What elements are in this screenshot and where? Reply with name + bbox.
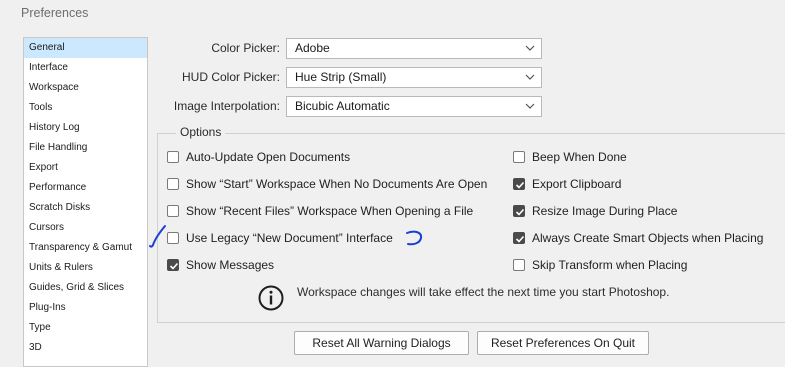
sidebar-item-history-log[interactable]: History Log	[24, 118, 147, 138]
option-label: Export Clipboard	[532, 177, 622, 191]
option-label: Beep When Done	[532, 150, 627, 164]
show-messages-option[interactable]: Show Messages	[167, 257, 274, 273]
info-text: Workspace changes will take effect the n…	[297, 285, 670, 299]
sidebar-item-type[interactable]: Type	[24, 318, 147, 338]
sidebar-item-3d[interactable]: 3D	[24, 338, 147, 358]
hud-color-picker-select[interactable]: Hue Strip (Small)	[286, 67, 542, 88]
export-clipboard-option[interactable]: Export Clipboard	[513, 176, 621, 192]
reset-preferences-on-quit-button[interactable]: Reset Preferences On Quit	[477, 331, 649, 355]
options-legend: Options	[176, 125, 226, 139]
sidebar-item-file-handling[interactable]: File Handling	[24, 138, 147, 158]
image-interpolation-select[interactable]: Bicubic Automatic	[286, 96, 542, 117]
sidebar-item-transparency-gamut[interactable]: Transparency & Gamut	[24, 238, 147, 258]
sidebar-item-workspace[interactable]: Workspace	[24, 78, 147, 98]
checkbox-checked[interactable]	[513, 205, 525, 217]
color-picker-select[interactable]: Adobe	[286, 38, 542, 59]
checkmark-icon	[515, 235, 525, 243]
hud-color-picker-value: Hue Strip (Small)	[295, 70, 387, 84]
use-legacy-new-document-option[interactable]: Use Legacy “New Document” Interface	[167, 230, 393, 246]
checkbox-checked[interactable]	[513, 232, 525, 244]
sidebar-item-performance[interactable]: Performance	[24, 178, 147, 198]
checkbox[interactable]	[167, 205, 179, 217]
window-title: Preferences	[21, 6, 89, 20]
option-label: Auto-Update Open Documents	[186, 150, 351, 164]
sidebar-item-general[interactable]: General	[24, 38, 147, 58]
resize-image-during-place-option[interactable]: Resize Image During Place	[513, 203, 677, 219]
option-label: Always Create Smart Objects when Placing	[532, 231, 764, 245]
info-circle-icon	[258, 285, 284, 311]
option-label: Show “Recent Files” Workspace When Openi…	[186, 204, 474, 218]
option-label: Show Messages	[186, 258, 275, 272]
always-create-smart-objects-option[interactable]: Always Create Smart Objects when Placing	[513, 230, 763, 246]
sidebar-item-scratch-disks[interactable]: Scratch Disks	[24, 198, 147, 218]
option-label: Use Legacy “New Document” Interface	[186, 231, 393, 245]
sidebar-item-interface[interactable]: Interface	[24, 58, 147, 78]
sidebar-item-tools[interactable]: Tools	[24, 98, 147, 118]
sidebar-item-plug-ins[interactable]: Plug-Ins	[24, 298, 147, 318]
sidebar-item-units-rulers[interactable]: Units & Rulers	[24, 258, 147, 278]
sidebar-item-cursors[interactable]: Cursors	[24, 218, 147, 238]
checkbox[interactable]	[167, 178, 179, 190]
checkbox[interactable]	[513, 151, 525, 163]
image-interpolation-value: Bicubic Automatic	[295, 99, 390, 113]
checkmark-icon	[515, 181, 525, 189]
sidebar-item-guides-grid-slices[interactable]: Guides, Grid & Slices	[24, 278, 147, 298]
preferences-sidebar: General Interface Workspace Tools Histor…	[23, 37, 148, 367]
option-label: Resize Image During Place	[532, 204, 678, 218]
checkbox[interactable]	[513, 259, 525, 271]
show-start-workspace-option[interactable]: Show “Start” Workspace When No Documents…	[167, 176, 487, 192]
color-picker-value: Adobe	[295, 41, 330, 55]
checkbox-checked[interactable]	[513, 178, 525, 190]
option-label: Skip Transform when Placing	[532, 258, 688, 272]
sidebar-item-export[interactable]: Export	[24, 158, 147, 178]
checkbox-checked[interactable]	[167, 259, 179, 271]
beep-when-done-option[interactable]: Beep When Done	[513, 149, 627, 165]
show-recent-files-workspace-option[interactable]: Show “Recent Files” Workspace When Openi…	[167, 203, 473, 219]
annotation-left-bracket-mark	[149, 225, 166, 248]
option-label: Show “Start” Workspace When No Documents…	[186, 177, 488, 191]
auto-update-open-documents-option[interactable]: Auto-Update Open Documents	[167, 149, 350, 165]
checkmark-icon	[515, 208, 525, 216]
checkmark-icon	[169, 262, 179, 270]
chevron-down-icon	[525, 45, 535, 51]
reset-all-warning-dialogs-button[interactable]: Reset All Warning Dialogs	[294, 331, 469, 355]
chevron-down-icon	[525, 74, 535, 80]
skip-transform-when-placing-option[interactable]: Skip Transform when Placing	[513, 257, 687, 273]
color-picker-label: Color Picker:	[211, 41, 280, 55]
checkbox[interactable]	[167, 151, 179, 163]
image-interpolation-label: Image Interpolation:	[173, 99, 280, 113]
chevron-down-icon	[525, 103, 535, 109]
hud-color-picker-label: HUD Color Picker:	[181, 70, 280, 84]
annotation-right-bracket-mark	[406, 230, 423, 246]
